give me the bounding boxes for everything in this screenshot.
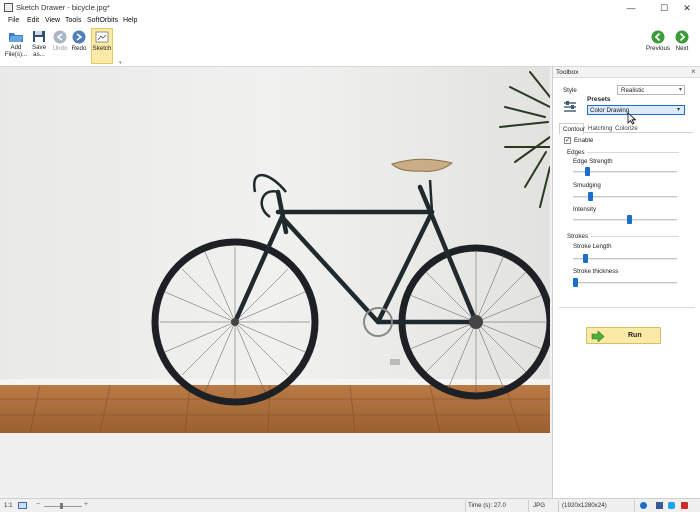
app-icon <box>4 3 13 12</box>
toolbox-title: Toolbox <box>556 69 579 76</box>
sketch-icon <box>95 31 109 43</box>
smudging-label: Smudging <box>573 182 601 189</box>
run-arrow-icon <box>591 331 605 342</box>
style-label: Style <box>563 87 577 94</box>
previous-icon <box>651 30 665 44</box>
floppy-disk-icon <box>33 31 45 42</box>
presets-select[interactable]: Color Drawing ▾ <box>587 105 685 115</box>
info-icon[interactable] <box>640 502 647 509</box>
toolbar-overflow-icon[interactable]: ▾ <box>119 60 122 66</box>
toolbox-header: Toolbox × <box>553 67 700 78</box>
add-files-label: Add <box>10 44 22 51</box>
intensity-track[interactable] <box>573 219 677 221</box>
menu-bar: File Edit View Tools SoftOrbits Help <box>0 16 700 27</box>
title-bar: Sketch Drawer - bicycle.jpg* — ☐ ✕ <box>0 0 700 16</box>
presets-label: Presets <box>587 96 611 103</box>
zoom-slider-track[interactable] <box>44 506 82 507</box>
status-separator <box>465 500 466 512</box>
fit-screen-icon[interactable] <box>18 502 27 509</box>
chevron-down-icon: ▾ <box>677 107 681 113</box>
menu-softorbits[interactable]: SoftOrbits <box>87 17 118 24</box>
zoom-out-button[interactable]: − <box>36 501 40 508</box>
redo-button[interactable]: Redo <box>67 28 91 64</box>
toolbar: Add File(s)... Save as... Undo Redo Sket… <box>0 27 700 67</box>
time-status: Time (s): 27.0 <box>468 502 506 509</box>
presets-select-value: Color Drawing <box>590 107 630 114</box>
toolbox-panel: Toolbox × Style Realistic ▾ Presets Colo… <box>552 67 700 498</box>
tab-contour-label: Contour <box>563 126 586 133</box>
stroke-thickness-thumb[interactable] <box>573 278 578 287</box>
next-label: Next <box>675 45 689 52</box>
enable-checkbox[interactable]: ✓ <box>564 137 571 144</box>
zoom-slider-thumb[interactable] <box>60 503 63 509</box>
run-button[interactable]: Run <box>586 327 661 344</box>
previous-label: Previous <box>645 45 671 52</box>
minimize-button[interactable]: — <box>620 1 642 15</box>
redo-label: Redo <box>71 45 87 52</box>
run-label: Run <box>628 332 642 339</box>
format-status: JPG <box>533 502 546 509</box>
edge-strength-label: Edge Strength <box>573 158 613 165</box>
toolbox-close-button[interactable]: × <box>691 67 696 76</box>
zoom-in-button[interactable]: + <box>84 501 88 508</box>
menu-help[interactable]: Help <box>123 17 137 24</box>
status-separator <box>558 500 559 512</box>
twitter-icon[interactable] <box>668 502 675 509</box>
status-separator <box>634 500 635 512</box>
strokes-divider <box>591 236 679 237</box>
youtube-icon[interactable] <box>681 502 688 509</box>
style-select[interactable]: Realistic ▾ <box>617 85 685 95</box>
tab-colorize[interactable]: Colorize <box>615 125 638 132</box>
undo-icon <box>53 30 67 44</box>
edges-label: Edges <box>567 149 585 156</box>
run-divider <box>559 307 695 308</box>
stroke-length-thumb[interactable] <box>582 254 588 263</box>
stroke-length-track[interactable] <box>573 258 677 260</box>
edges-divider <box>587 152 679 153</box>
stroke-length-label: Stroke Length <box>573 243 612 250</box>
image-preview[interactable] <box>0 67 550 433</box>
strokes-label: Strokes <box>567 233 588 240</box>
checkmark-icon: ✓ <box>565 137 571 144</box>
maximize-button[interactable]: ☐ <box>653 1 675 15</box>
sketch-label: Sketch <box>92 45 112 52</box>
edge-strength-thumb[interactable] <box>584 167 590 176</box>
folder-open-icon <box>9 33 23 42</box>
next-button[interactable]: Next <box>671 28 693 64</box>
close-button[interactable]: ✕ <box>676 1 698 15</box>
previous-button[interactable]: Previous <box>645 28 671 64</box>
menu-edit[interactable]: Edit <box>27 17 39 24</box>
presets-icon <box>562 100 578 114</box>
bicycle-photo <box>0 67 550 433</box>
smudging-thumb[interactable] <box>587 192 593 201</box>
tab-hatching[interactable]: Hatching <box>588 125 612 132</box>
facebook-icon[interactable] <box>656 502 663 509</box>
redo-icon <box>72 30 86 44</box>
next-icon <box>675 30 689 44</box>
sketch-button[interactable]: Sketch <box>91 28 113 64</box>
stroke-thickness-label: Stroke thickness <box>573 268 619 275</box>
intensity-label: Intensity <box>573 206 597 213</box>
add-files-button[interactable]: Add File(s)... <box>4 28 28 64</box>
zoom-ratio-button[interactable]: 1:1 <box>4 502 13 509</box>
status-separator <box>528 500 529 512</box>
menu-file[interactable]: File <box>8 17 19 24</box>
menu-tools[interactable]: Tools <box>65 17 81 24</box>
enable-label: Enable <box>574 137 594 144</box>
style-select-value: Realistic <box>621 87 645 94</box>
stroke-thickness-track[interactable] <box>573 282 677 284</box>
add-files-label-2: File(s)... <box>4 51 28 58</box>
tab-contour[interactable]: Contour <box>559 123 586 134</box>
intensity-thumb[interactable] <box>627 215 633 224</box>
window-title: Sketch Drawer - bicycle.jpg* <box>16 3 110 12</box>
dimensions-status: (1920x1280x24) <box>562 502 607 509</box>
status-bar: 1:1 − + Time (s): 27.0 JPG (1920x1280x24… <box>0 498 700 512</box>
chevron-down-icon: ▾ <box>679 87 683 93</box>
menu-view[interactable]: View <box>45 17 60 24</box>
